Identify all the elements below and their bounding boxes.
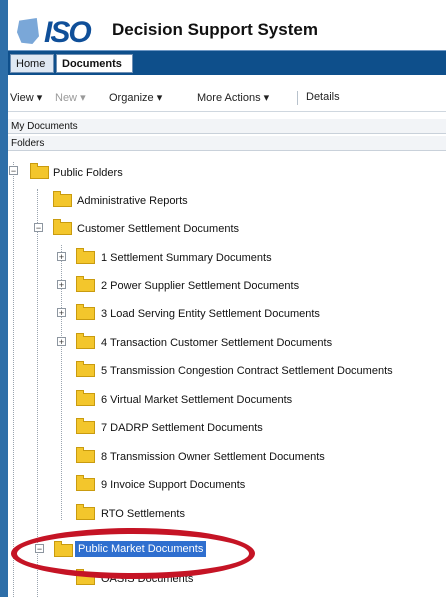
tab-home[interactable]: Home (10, 54, 54, 73)
new-dropdown-icon: ▾ (80, 92, 86, 104)
tree-item-settlement-summary-documents[interactable]: + 1 Settlement Summary Documents (56, 248, 316, 266)
folder-icon (53, 191, 72, 207)
dss-window: ISO Decision Support System Home Documen… (0, 0, 446, 597)
folder-icon (76, 504, 95, 520)
expand-icon[interactable]: + (57, 337, 66, 347)
collapse-icon[interactable]: − (9, 166, 18, 176)
tab-documents[interactable]: Documents (56, 54, 133, 73)
expand-icon[interactable]: + (57, 308, 66, 318)
folder-icon (76, 418, 95, 434)
my-documents-header[interactable]: My Documents (8, 119, 446, 134)
nys-map-icon (17, 18, 39, 44)
tree-guide (13, 162, 14, 597)
folder-icon (76, 390, 95, 406)
tree-item-public-folders[interactable]: − Public Folders (8, 163, 188, 181)
highlight-callout (11, 528, 255, 579)
tree-item-label: RTO Settlements (101, 508, 185, 520)
folder-icon (76, 276, 95, 292)
tree-item-label: 4 Transaction Customer Settlement Docume… (101, 337, 333, 349)
view-menu-label: View (10, 92, 34, 104)
app-title: Decision Support System (112, 20, 318, 39)
toolbar-separator (297, 91, 298, 105)
tree-item-administrative-reports[interactable]: Administrative Reports (32, 191, 252, 209)
tree-item-label: 5 Transmission Congestion Contract Settl… (101, 365, 393, 377)
window-left-edge (0, 0, 8, 597)
tree-item-label: Public Folders (53, 167, 123, 179)
tree-item-invoice-support-documents[interactable]: 9 Invoice Support Documents (56, 475, 336, 493)
tree-item-label: Customer Settlement Documents (77, 223, 240, 235)
view-menu-button[interactable]: View ▾ (10, 91, 42, 104)
tree-item-label: 8 Transmission Owner Settlement Document… (101, 451, 325, 463)
folder-icon (76, 361, 95, 377)
tree-item-label: 7 DADRP Settlement Documents (101, 422, 263, 434)
tree-item-power-supplier-settlement-documents[interactable]: + 2 Power Supplier Settlement Documents (56, 276, 356, 294)
tree-item-label: 1 Settlement Summary Documents (101, 252, 272, 264)
expand-icon[interactable]: + (57, 280, 66, 290)
folder-icon (76, 475, 95, 491)
tree-item-label: Administrative Reports (77, 195, 188, 207)
tree-item-rto-settlements[interactable]: RTO Settlements (56, 504, 256, 522)
organize-dropdown-icon: ▾ (156, 92, 163, 104)
folders-header[interactable]: Folders (8, 136, 446, 151)
organize-menu-button[interactable]: Organize ▾ (109, 91, 162, 104)
more-actions-dropdown-icon: ▾ (263, 92, 270, 104)
tree-item-virtual-market-settlement-documents[interactable]: 6 Virtual Market Settlement Documents (56, 390, 376, 408)
tree-item-label: 9 Invoice Support Documents (101, 479, 246, 491)
new-menu-label: New (55, 92, 78, 104)
folder-icon (76, 333, 95, 349)
app-header: ISO Decision Support System (8, 0, 446, 49)
organize-menu-label: Organize (109, 92, 154, 104)
view-dropdown-icon: ▾ (36, 92, 43, 104)
folder-icon (76, 304, 95, 320)
folder-open-icon (30, 163, 49, 179)
new-menu-button[interactable]: New ▾ (55, 91, 86, 104)
tree-item-dadrp-settlement-documents[interactable]: 7 DADRP Settlement Documents (56, 418, 316, 436)
more-actions-menu-label: More Actions (197, 92, 261, 104)
tree-item-load-serving-entity-settlement-documents[interactable]: + 3 Load Serving Entity Settlement Docum… (56, 304, 396, 322)
folder-icon (76, 447, 95, 463)
iso-logo: ISO (44, 16, 92, 49)
folder-open-icon (53, 219, 72, 235)
tree-item-transaction-customer-settlement-documents[interactable]: + 4 Transaction Customer Settlement Docu… (56, 333, 406, 351)
more-actions-menu-button[interactable]: More Actions ▾ (197, 91, 269, 104)
expand-icon[interactable]: + (57, 252, 66, 262)
tree-guide (37, 189, 38, 597)
tree-item-label: 3 Load Serving Entity Settlement Documen… (101, 308, 320, 320)
tree-item-label: 6 Virtual Market Settlement Documents (101, 394, 293, 406)
tree-item-label: 2 Power Supplier Settlement Documents (101, 280, 300, 292)
collapse-icon[interactable]: − (34, 223, 43, 233)
folder-icon (76, 248, 95, 264)
documents-toolbar: View ▾ New ▾ Organize ▾ More Actions ▾ D… (8, 83, 446, 112)
tree-item-transmission-congestion-contract-settlement-documents[interactable]: 5 Transmission Congestion Contract Settl… (56, 361, 446, 379)
tree-item-transmission-owner-settlement-documents[interactable]: 8 Transmission Owner Settlement Document… (56, 447, 396, 465)
tree-item-customer-settlement-documents[interactable]: − Customer Settlement Documents (32, 219, 292, 237)
details-button[interactable]: Details (306, 91, 340, 103)
main-tabbar: Home Documents (8, 50, 446, 75)
